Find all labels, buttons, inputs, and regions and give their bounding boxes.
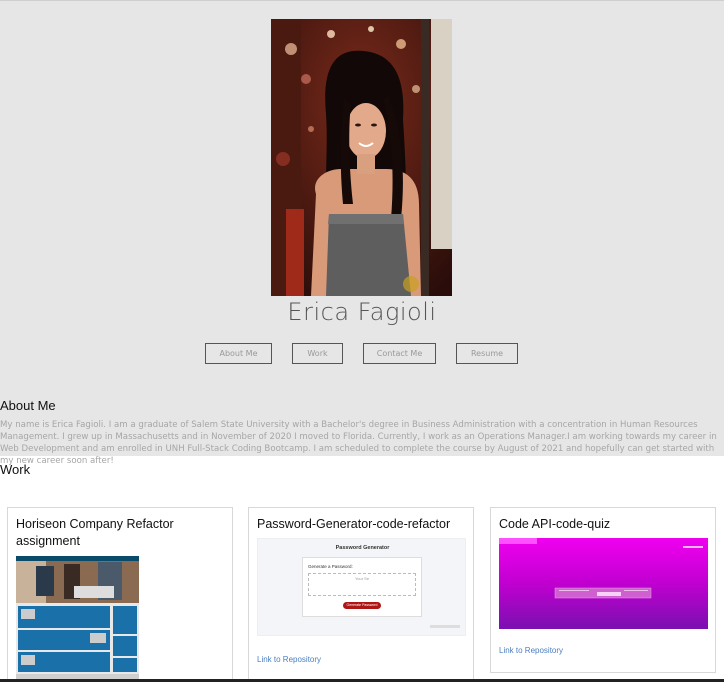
work-heading: Work	[0, 462, 31, 477]
project-title: Password-Generator-code-refactor	[257, 517, 451, 531]
project-title: Horiseon Company Refactor assignment	[16, 517, 174, 548]
project-title: Code API-code-quiz	[499, 517, 611, 531]
password-generator-screenshot[interactable]: Password Generator Generate a Password: …	[257, 538, 466, 636]
profile-photo	[271, 19, 452, 296]
preview-generate-button: Generate Password	[343, 602, 381, 609]
nav-resume-button[interactable]: Resume	[456, 343, 518, 364]
profile-photo-image	[271, 19, 452, 296]
nav-about-me-button[interactable]: About Me	[205, 343, 272, 364]
header-section: Erica Fagioli About Me Work Contact Me R…	[0, 0, 724, 466]
horiseon-screenshot-image	[16, 556, 139, 681]
project-card-password-generator: Password-Generator-code-refactor Passwor…	[248, 507, 474, 682]
repository-link[interactable]: Link to Repository	[257, 655, 321, 664]
code-quiz-screenshot[interactable]	[499, 538, 708, 629]
nav-contact-me-button[interactable]: Contact Me	[363, 343, 436, 364]
preview-label: Generate a Password:	[308, 564, 353, 569]
repository-link[interactable]: Link to Repository	[499, 646, 563, 655]
project-card-horiseon: Horiseon Company Refactor assignment	[7, 507, 233, 682]
project-card-code-quiz: Code API-code-quiz Link to Repository	[490, 507, 716, 673]
code-quiz-screenshot-image	[499, 538, 708, 629]
profile-name: Erica Fagioli	[287, 298, 437, 326]
preview-card: Generate a Password: Your Se Generate Pa…	[302, 557, 422, 617]
nav-work-button[interactable]: Work	[292, 343, 343, 364]
about-me-text: My name is Erica Fagioli. I am a graduat…	[0, 420, 717, 466]
preview-output: Your Se	[308, 573, 416, 596]
about-me-heading: About Me	[0, 398, 56, 413]
horiseon-screenshot[interactable]	[16, 556, 139, 681]
preview-footer	[430, 625, 460, 628]
preview-heading: Password Generator	[335, 545, 390, 551]
